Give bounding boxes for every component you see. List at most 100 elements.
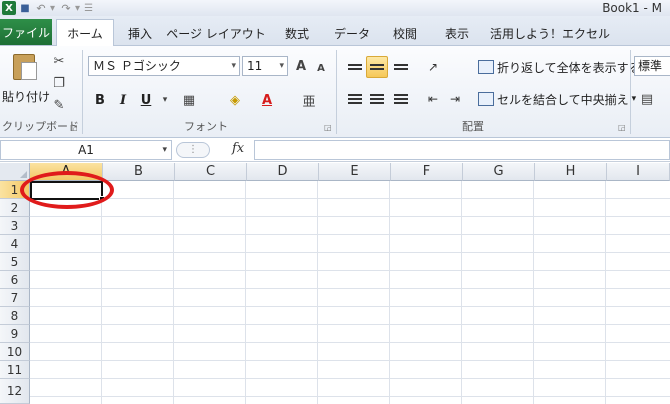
tab-formulas[interactable]: 数式 (276, 21, 318, 46)
tab-data[interactable]: データ (328, 21, 376, 46)
column-header[interactable]: D (247, 163, 319, 181)
redo-icon[interactable]: ↷ (59, 1, 73, 15)
wrap-text-label: 折り返して全体を表示する (497, 60, 641, 75)
name-box[interactable]: A1 ▾ (0, 140, 172, 160)
row-header[interactable]: 10 (0, 343, 30, 361)
red-circle-annotation (20, 171, 114, 209)
column-header[interactable]: B (103, 163, 175, 181)
formula-input[interactable] (254, 140, 670, 160)
undo-icon[interactable]: ↶ (34, 1, 48, 15)
accounting-format-icon[interactable]: ▤ (638, 90, 656, 108)
font-color-button[interactable]: A (258, 91, 276, 109)
chevron-down-icon[interactable]: ▾ (156, 91, 174, 109)
row-header[interactable]: 6 (0, 271, 30, 289)
group-divider (630, 50, 631, 134)
customize-qat-icon[interactable]: ☰ (84, 3, 93, 14)
ribbon-tabs: ファイル ホーム 挿入 ページ レイアウト 数式 データ 校閲 表示 活用しよう… (0, 16, 670, 47)
group-divider (336, 50, 337, 134)
font-launcher-icon[interactable]: ◲ (324, 123, 332, 132)
increase-indent-icon[interactable]: ⇥ (444, 88, 466, 110)
chevron-down-icon: ▾ (231, 61, 236, 71)
chevron-down-icon: ▾ (279, 61, 284, 71)
group-divider (82, 50, 83, 134)
column-header[interactable]: F (391, 163, 463, 181)
row-header[interactable]: 7 (0, 289, 30, 307)
row-header[interactable]: 5 (0, 253, 30, 271)
row-header[interactable]: 9 (0, 325, 30, 343)
tab-custom[interactable]: 活用しよう！エクセル (490, 21, 610, 46)
font-size-select[interactable]: 11 ▾ (242, 56, 288, 76)
underline-button[interactable]: U (136, 90, 156, 110)
window-title: Book1 - M (602, 1, 662, 15)
font-size-value: 11 (247, 59, 263, 73)
row-header[interactable]: 8 (0, 307, 30, 325)
qat-dropdown-icon[interactable]: ▾ (75, 3, 80, 14)
align-top-icon[interactable] (344, 56, 366, 78)
cut-icon[interactable]: ✂ (50, 52, 68, 70)
row-header[interactable]: 3 (0, 217, 30, 235)
column-header[interactable]: C (175, 163, 247, 181)
tab-home[interactable]: ホーム (56, 19, 114, 47)
merge-center-button[interactable]: セルを結合して中央揃え ▾ (478, 88, 636, 110)
clipboard-launcher-icon[interactable]: ◲ (70, 123, 78, 132)
wrap-text-icon (478, 60, 494, 74)
paste-label: 貼り付け (2, 90, 51, 104)
tab-file[interactable]: ファイル (0, 19, 52, 45)
phonetic-guide-button[interactable]: 亜 (300, 91, 318, 110)
insert-function-button[interactable]: fx (232, 141, 244, 156)
font-name-select[interactable]: ＭＳ Ｐゴシック ▾ (88, 56, 240, 76)
group-label-font: フォント (184, 120, 228, 133)
align-left-icon[interactable] (344, 88, 366, 110)
formula-bar-handle[interactable]: ⋮ (176, 142, 210, 158)
orientation-icon[interactable]: ↗ (422, 56, 444, 78)
merge-center-label: セルを結合して中央揃え (497, 92, 629, 107)
format-painter-icon[interactable]: ✎ (50, 96, 68, 114)
row-header[interactable]: 4 (0, 235, 30, 253)
font-name-value: ＭＳ Ｐゴシック (93, 59, 181, 73)
paste-icon (11, 52, 39, 82)
row-header[interactable]: 12 (0, 379, 30, 404)
alignment-launcher-icon[interactable]: ◲ (618, 123, 626, 132)
worksheet-grid: A B C D E F G H I 1 2 3 4 5 6 7 8 9 10 1… (0, 163, 670, 404)
tab-page-layout[interactable]: ページ レイアウト (166, 21, 266, 46)
align-middle-icon[interactable] (366, 56, 388, 78)
chevron-down-icon: ▾ (631, 94, 637, 104)
column-header[interactable]: I (607, 163, 670, 181)
title-bar: X ■ ↶ ▾ ↷ ▾ ☰ Book1 - M (0, 0, 670, 16)
borders-icon[interactable]: ▦ (180, 91, 198, 109)
tab-review[interactable]: 校閲 (384, 21, 426, 46)
row-header[interactable]: 11 (0, 361, 30, 379)
group-label-alignment: 配置 (462, 120, 484, 133)
save-icon[interactable]: ■ (18, 1, 32, 15)
grow-font-button[interactable]: A (292, 57, 310, 75)
tab-view[interactable]: 表示 (436, 21, 478, 46)
ribbon-home: 貼り付け ✂ ❐ ✎ クリップボード ◲ ＭＳ Ｐゴシック ▾ 11 ▾ A A… (0, 46, 670, 138)
copy-icon[interactable]: ❐ (50, 74, 68, 92)
select-all-button[interactable] (0, 163, 30, 181)
paste-button[interactable]: 貼り付け (2, 50, 51, 112)
column-header[interactable]: G (463, 163, 535, 181)
name-box-value: A1 (78, 143, 94, 157)
group-label-clipboard: クリップボード (2, 120, 79, 133)
chevron-down-icon: ▾ (162, 145, 167, 155)
shrink-font-button[interactable]: A (312, 59, 330, 77)
tab-insert[interactable]: 挿入 (118, 21, 162, 46)
decrease-indent-icon[interactable]: ⇤ (422, 88, 444, 110)
fill-color-icon[interactable]: ◈ (226, 91, 244, 109)
row-header[interactable]: 2 (0, 199, 30, 217)
cell-area[interactable] (30, 181, 670, 404)
bold-button[interactable]: B (90, 90, 110, 110)
align-bottom-icon[interactable] (390, 56, 412, 78)
align-right-icon[interactable] (390, 88, 412, 110)
column-header[interactable]: H (535, 163, 607, 181)
formula-bar: A1 ▾ ⋮ fx (0, 138, 670, 162)
column-header[interactable]: E (319, 163, 391, 181)
italic-button[interactable]: I (113, 90, 133, 110)
excel-window: X ■ ↶ ▾ ↷ ▾ ☰ Book1 - M ファイル ホーム 挿入 ページ … (0, 0, 670, 404)
qat-dropdown-icon[interactable]: ▾ (50, 3, 55, 14)
number-format-select[interactable]: 標準 (634, 56, 670, 76)
merge-center-icon (478, 92, 494, 106)
wrap-text-button[interactable]: 折り返して全体を表示する (478, 56, 641, 78)
excel-logo-icon[interactable]: X (2, 1, 16, 15)
align-center-icon[interactable] (366, 88, 388, 110)
